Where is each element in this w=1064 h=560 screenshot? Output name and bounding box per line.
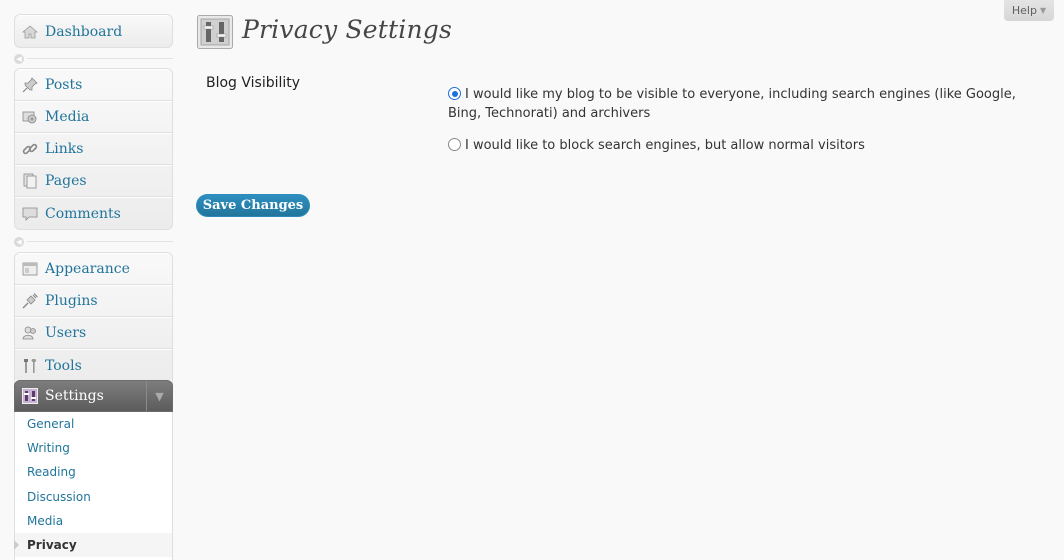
- page-title: Privacy Settings: [242, 15, 453, 44]
- collapse-arrow-icon: ◀: [14, 54, 24, 64]
- pages-icon: [22, 173, 38, 189]
- submenu-item-discussion[interactable]: Discussion: [15, 485, 172, 509]
- menu-item-plugins-label: Plugins: [45, 293, 98, 309]
- chevron-down-icon: ▼: [1039, 6, 1047, 15]
- settings-page-icon: [197, 15, 233, 49]
- home-icon: [22, 24, 38, 40]
- link-icon: [22, 141, 38, 157]
- settings-icon: [22, 388, 38, 404]
- menu-item-tools[interactable]: Tools: [15, 349, 172, 381]
- submenu-item-general[interactable]: General: [15, 412, 172, 436]
- menu-item-posts[interactable]: Posts: [15, 69, 172, 101]
- submenu-item-privacy[interactable]: Privacy: [15, 532, 172, 558]
- visibility-option-public[interactable]: I would like my blog to be visible to ev…: [448, 85, 1048, 123]
- privacy-settings-page: Dashboard ◀ Posts Media Links Pages Comm…: [0, 0, 1064, 560]
- menu-item-plugins[interactable]: Plugins: [15, 285, 172, 317]
- comment-bubble-icon: [22, 206, 38, 222]
- help-label: Help: [1011, 4, 1037, 17]
- radio-public[interactable]: [448, 87, 461, 100]
- visibility-option-block-search-text: I would like to block search engines, bu…: [465, 138, 865, 153]
- menu-item-appearance[interactable]: Appearance: [15, 253, 172, 285]
- menu-item-comments-label: Comments: [45, 205, 121, 222]
- menu-group-admin: Appearance Plugins Users Tools: [14, 252, 173, 381]
- visibility-option-block-search[interactable]: I would like to block search engines, bu…: [448, 136, 1048, 155]
- menu-item-settings[interactable]: Settings ▼: [14, 380, 173, 412]
- media-icon: [22, 109, 38, 125]
- menu-item-media-label: Media: [45, 109, 90, 125]
- radio-block-search[interactable]: [448, 138, 461, 151]
- collapse-arrow-icon: ◀: [14, 237, 24, 247]
- menu-item-links-label: Links: [45, 141, 84, 157]
- plug-icon: [22, 293, 38, 309]
- menu-item-appearance-label: Appearance: [45, 261, 130, 277]
- visibility-option-public-text: I would like my blog to be visible to ev…: [448, 87, 1016, 121]
- menu-item-comments[interactable]: Comments: [15, 197, 172, 229]
- submenu-item-media[interactable]: Media: [15, 509, 172, 533]
- menu-item-posts-label: Posts: [45, 77, 83, 93]
- submenu-item-reading[interactable]: Reading: [15, 460, 172, 484]
- menu-separator[interactable]: ◀: [14, 237, 173, 247]
- submenu-item-writing[interactable]: Writing: [15, 436, 172, 460]
- menu-item-tools-label: Tools: [45, 357, 82, 374]
- menu-group-dashboard: Dashboard: [14, 14, 173, 48]
- menu-item-pages-label: Pages: [45, 173, 87, 189]
- current-item-arrow-icon: [14, 540, 19, 550]
- pushpin-icon: [22, 77, 38, 93]
- settings-submenu: General Writing Reading Discussion Media…: [15, 412, 172, 558]
- users-icon: [22, 325, 38, 341]
- blog-visibility-label: Blog Visibility: [206, 75, 301, 91]
- menu-item-pages[interactable]: Pages: [15, 165, 172, 197]
- menu-item-dashboard-label: Dashboard: [45, 23, 123, 40]
- menu-group-content: Posts Media Links Pages Comments: [14, 68, 173, 230]
- menu-item-media[interactable]: Media: [15, 101, 172, 133]
- help-button[interactable]: Help ▼: [1004, 0, 1054, 21]
- appearance-icon: [22, 261, 38, 277]
- submenu-toggle-arrow-icon[interactable]: ▼: [146, 381, 172, 411]
- menu-separator[interactable]: ◀: [14, 54, 173, 64]
- menu-item-settings-label: Settings: [45, 388, 104, 404]
- menu-item-dashboard[interactable]: Dashboard: [15, 15, 172, 47]
- save-changes-button[interactable]: Save Changes: [196, 194, 310, 217]
- menu-item-users[interactable]: Users: [15, 317, 172, 349]
- tools-icon: [22, 358, 38, 374]
- menu-item-users-label: Users: [45, 325, 87, 341]
- menu-item-links[interactable]: Links: [15, 133, 172, 165]
